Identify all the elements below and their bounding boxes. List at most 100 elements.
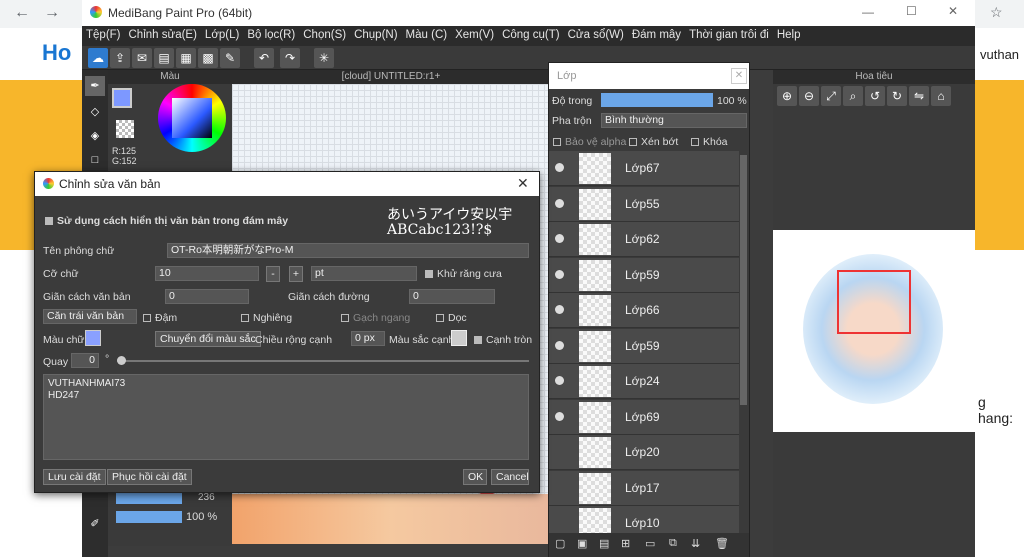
lock-checkbox[interactable]: Khóa [691,136,728,148]
cloud-render-checkbox[interactable]: Sử dụng cách hiển thị văn bản trong đám … [45,215,288,227]
unit-select[interactable]: pt [311,266,417,281]
visibility-icon[interactable] [555,411,564,421]
bold-checkbox[interactable]: Đậm [143,312,177,324]
forward-icon[interactable]: → [44,4,60,22]
menu-item-4[interactable]: Chọn(S) [299,26,350,41]
fit-icon[interactable]: ⤢ [821,86,841,106]
brush-tool-icon[interactable]: ✒ [85,76,105,96]
edge-color-swatch[interactable] [451,330,467,346]
layer-row[interactable]: Lớp20 [549,435,739,470]
primary-color-swatch[interactable] [112,88,132,108]
menu-item-8[interactable]: Công cụ(T) [498,26,564,41]
protect-alpha-checkbox[interactable]: Bảo vệ alpha [553,136,626,148]
save-settings-button[interactable]: Lưu cài đặt [43,469,106,485]
layer-row[interactable]: Lớp66 [549,293,739,328]
new-layer-icon[interactable]: ▢ [555,537,565,550]
layer-row[interactable]: Lớp59 [549,328,739,364]
share-icon[interactable]: ⇪ [110,48,130,68]
menu-item-6[interactable]: Màu (C) [402,26,452,41]
layer-row[interactable]: Lớp62 [549,222,739,257]
navigator-preview[interactable] [773,230,975,432]
ok-button[interactable]: OK [463,469,487,485]
merge-layer-icon[interactable]: ⇊ [691,537,700,550]
size-increase-button[interactable]: + [289,266,303,282]
layer-opacity-slider[interactable] [601,93,713,107]
canvas-tab[interactable]: [cloud] UNTITLED:r1+ [232,70,550,84]
layer-row[interactable]: Lớp24 [549,364,739,399]
blend-mode-select[interactable]: Bình thường [601,113,747,128]
eraser-tool-icon[interactable]: ◇ [85,102,105,122]
menu-item-10[interactable]: Đám mây [628,26,685,41]
edge-width-select[interactable]: 0 px [351,331,385,346]
rotate-slider-thumb[interactable] [117,356,126,365]
color-square[interactable] [172,98,212,138]
search-icon[interactable]: ⌕ [843,86,863,106]
new-8bit-layer-icon[interactable]: ▣ [577,537,587,550]
grid-icon[interactable]: ▩ [198,48,218,68]
maximize-button[interactable]: ☐ [906,4,917,18]
layer-row[interactable]: Lớp55 [549,186,739,222]
italic-checkbox[interactable]: Nghiêng [241,312,292,324]
folder-icon[interactable]: ▭ [645,537,655,550]
restore-settings-button[interactable]: Phục hồi cài đặt [107,469,192,485]
redo-icon[interactable]: ↷ [280,48,300,68]
select-tool-icon[interactable]: □ [85,150,105,170]
chat-icon[interactable]: ▤ [154,48,174,68]
align-select[interactable]: Căn trái văn bản [43,309,137,324]
size-decrease-button[interactable]: - [266,266,280,282]
back-icon[interactable]: ← [14,4,30,22]
minimize-button[interactable]: — [862,5,874,19]
zoom-in-icon[interactable]: ⊕ [777,86,797,106]
round-edge-checkbox[interactable]: Cạnh tròn [474,334,532,346]
brush-opacity-slider[interactable] [116,511,182,523]
layer-row[interactable]: Lớp17 [549,470,739,506]
font-select[interactable]: OT-Ro本明朝新がなPro-M [167,243,529,258]
text-color-swatch[interactable] [85,330,101,346]
visibility-icon[interactable] [555,269,564,279]
flip-icon[interactable]: ⇋ [909,86,929,106]
menu-item-5[interactable]: Chụp(N) [350,26,401,41]
rotate-slider-track[interactable] [117,360,529,362]
clip-checkbox[interactable]: Xén bớt [629,136,678,148]
rotate-left-icon[interactable]: ↺ [865,86,885,106]
layer-row[interactable]: Lớp59 [549,257,739,293]
edit-icon[interactable]: ✎ [220,48,240,68]
letter-spacing-select[interactable]: 0 [165,289,249,304]
undo-icon[interactable]: ↶ [254,48,274,68]
layer-row[interactable]: Lớp10 [549,506,739,533]
strike-checkbox[interactable]: Gạch ngang [341,312,410,324]
loading-icon[interactable]: ✳ [314,48,334,68]
layer-row[interactable]: Lớp69 [549,399,739,435]
reset-view-icon[interactable]: ⌂ [931,86,951,106]
menu-item-7[interactable]: Xem(V) [451,26,498,41]
menu-item-9[interactable]: Cửa sổ(W) [564,26,628,41]
menu-item-3[interactable]: Bộ lọc(R) [243,26,299,41]
rotate-input[interactable]: 0 [71,353,99,368]
fill-tool-icon[interactable]: ◈ [85,126,105,146]
visibility-icon[interactable] [555,198,564,208]
menu-item-1[interactable]: Chỉnh sửa(E) [125,26,201,41]
add-layer-icon[interactable]: ⊞ [621,537,630,550]
zoom-out-icon[interactable]: ⊖ [799,86,819,106]
convert-color-button[interactable]: Chuyển đổi màu sắc [155,331,261,347]
layer-panel-close-icon[interactable]: ✕ [731,68,747,84]
text-input-area[interactable]: VUTHANHMAI73 HD247 [43,374,529,460]
navigator-viewport-rect[interactable] [837,270,911,334]
dialog-close-icon[interactable]: ✕ [517,175,529,192]
duplicate-layer-icon[interactable]: ⧉ [669,537,677,550]
star-icon[interactable]: ☆ [990,4,1003,21]
menu-item-0[interactable]: Tệp(F) [82,26,125,41]
line-spacing-select[interactable]: 0 [409,289,495,304]
rotate-right-icon[interactable]: ↻ [887,86,907,106]
layer-scrollbar[interactable] [740,155,747,405]
size-select[interactable]: 10 [155,266,259,281]
delete-layer-icon[interactable]: 🗑 [715,537,729,550]
new-1bit-layer-icon[interactable]: ▤ [599,537,609,550]
visibility-icon[interactable] [555,163,564,172]
transparent-color-swatch[interactable] [116,120,134,138]
comment-icon[interactable]: ✉ [132,48,152,68]
close-button[interactable]: ✕ [948,4,958,18]
menu-item-11[interactable]: Thời gian trôi đi [685,26,773,41]
layer-row[interactable]: Lớp67 [549,151,739,186]
cloud-icon[interactable]: ☁ [88,48,108,68]
